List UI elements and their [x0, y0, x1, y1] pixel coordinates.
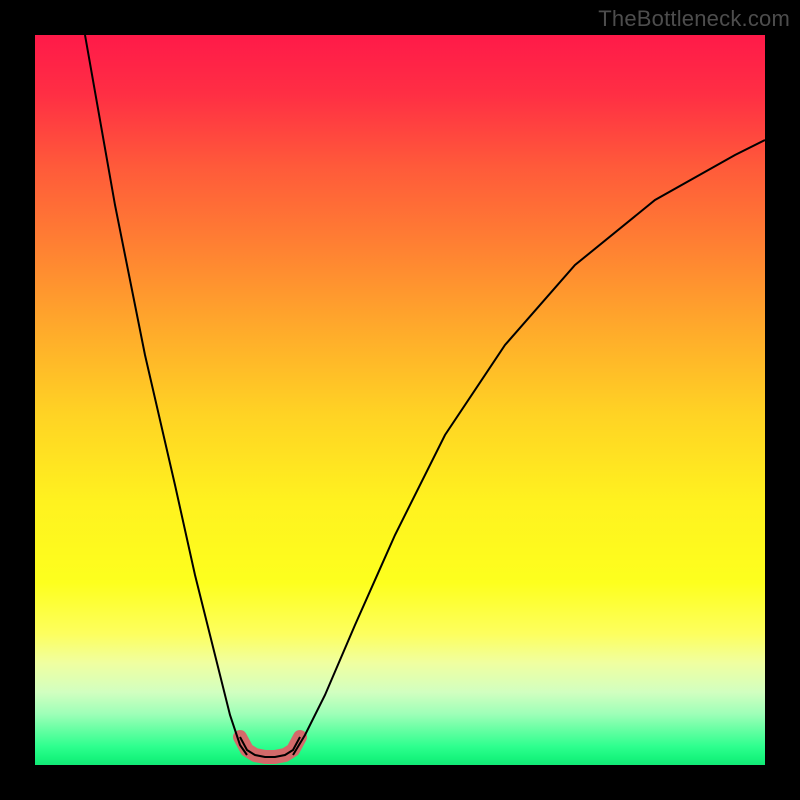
curve-left-branch: [85, 35, 247, 755]
valley-highlight: [240, 737, 300, 757]
bottleneck-curve-svg: [35, 35, 765, 765]
chart-frame: [35, 35, 765, 765]
curve-right-branch: [293, 140, 765, 755]
watermark-text: TheBottleneck.com: [598, 6, 790, 32]
